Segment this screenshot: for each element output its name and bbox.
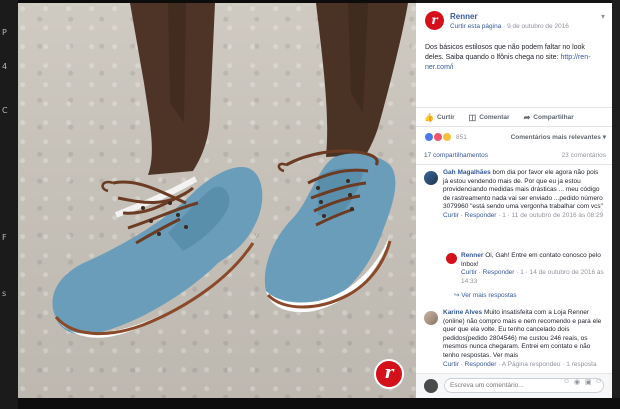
post-detail-panel: r Renner Curtir esta página · 9 de outub… — [416, 3, 612, 398]
shoes-illustration — [52, 3, 408, 338]
chevron-down-icon[interactable]: ▾ — [601, 12, 605, 21]
comment: Gah Magalhães bom dia por favor ele agor… — [443, 169, 605, 221]
emoji-icon[interactable]: ☺ — [563, 378, 570, 385]
left-edge-partial: P 4 C F s — [0, 0, 18, 409]
counts-row: 17 compartilhamentos 23 comentários — [424, 152, 606, 159]
post-date[interactable]: 9 de outubro de 2016 — [507, 23, 569, 30]
comment-button[interactable]: ◫ Comentar — [469, 113, 510, 122]
comment-meta: Curtir · Responder · A Página respondeu … — [443, 360, 597, 368]
more-replies-label: Ver mais respostas — [461, 292, 517, 299]
comment-author[interactable]: Gah Magalhães — [443, 169, 491, 176]
left-edge-text: P — [2, 28, 7, 37]
left-edge-text: s — [2, 289, 7, 298]
comments-count: 23 comentários — [561, 152, 606, 159]
comment: Karine Alves Muito insatisfeita com a Lo… — [443, 309, 605, 369]
right-edge — [612, 0, 620, 398]
comment-like-reply[interactable]: Curtir · Responder — [443, 212, 496, 219]
renner-logo-badge: r — [374, 359, 404, 389]
write-comment-bar: ☺ ◉ ▣ ☺ — [416, 373, 612, 398]
page-name-link[interactable]: Renner — [450, 12, 478, 21]
like-page-link[interactable]: Curtir esta página — [450, 23, 501, 30]
page-avatar[interactable]: r — [425, 11, 444, 30]
divider — [416, 164, 612, 165]
comment-text: Muito insatisfeita com a Loja Renner (on… — [443, 309, 602, 359]
comment-label: Comentar — [479, 113, 510, 121]
avatar[interactable] — [424, 171, 438, 185]
comment-like-reply[interactable]: Curtir · Responder — [461, 269, 514, 276]
thumbs-up-icon: 👍 — [424, 112, 434, 122]
comment-like-reply[interactable]: Curtir · Responder — [443, 361, 496, 368]
post-actions: 👍 Curtir ◫ Comentar ➦ Compartilhar — [416, 107, 612, 127]
like-button[interactable]: 👍 Curtir — [424, 113, 455, 122]
post-photo[interactable]: r — [18, 3, 416, 398]
share-button[interactable]: ➦ Compartilhar — [524, 113, 574, 122]
shares-count[interactable]: 17 compartilhamentos — [424, 152, 488, 159]
left-edge-text: 4 — [2, 62, 8, 71]
left-shoe — [52, 167, 263, 338]
comment-meta: Curtir · Responder · 1 · 14 de outubro d… — [461, 269, 604, 285]
comment-author[interactable]: Karine Alves — [443, 309, 482, 316]
comment-sort-label: Comentários mais relevantes — [510, 134, 601, 141]
left-edge-text: F — [2, 233, 7, 242]
comment-time: A Página respondeu · 1 resposta — [501, 360, 597, 368]
right-shoe — [264, 149, 396, 313]
more-replies-link[interactable]: ↪ Ver mais respostas — [454, 291, 517, 299]
comment-icon: ◫ — [468, 112, 477, 122]
post-text: Dos básicos estilosos que não podem falt… — [425, 43, 605, 73]
reactions-row: 851 Comentários mais relevantes ▾ — [424, 131, 606, 143]
camera-icon[interactable]: ◉ — [574, 378, 580, 386]
avatar — [424, 379, 438, 393]
comment-sort-dropdown[interactable]: Comentários mais relevantes ▾ — [511, 133, 606, 141]
reaction-count[interactable]: 851 — [456, 134, 467, 141]
comment-reply: Renner Oi, Gah! Entre em contato conosco… — [461, 252, 605, 286]
post-meta: Curtir esta página · 9 de outubro de 201… — [450, 23, 569, 30]
sticker-icon[interactable]: ☺ — [595, 378, 602, 385]
comment-time: 1 · 11 de outubro de 2016 às 08:29 — [502, 211, 604, 219]
avatar[interactable] — [424, 311, 438, 325]
comment-meta: Curtir · Responder · 1 · 11 de outubro d… — [443, 211, 604, 219]
bottom-edge — [18, 398, 620, 409]
share-label: Compartilhar — [533, 113, 574, 121]
post-header: r Renner Curtir esta página · 9 de outub… — [416, 3, 612, 37]
left-edge-text: C — [2, 106, 8, 115]
avatar[interactable] — [446, 253, 457, 264]
comment-author[interactable]: Renner — [461, 252, 483, 259]
gif-icon[interactable]: ▣ — [585, 378, 592, 386]
share-icon: ➦ — [523, 112, 531, 122]
wow-reaction-icon — [442, 132, 452, 142]
like-label: Curtir — [436, 113, 455, 121]
